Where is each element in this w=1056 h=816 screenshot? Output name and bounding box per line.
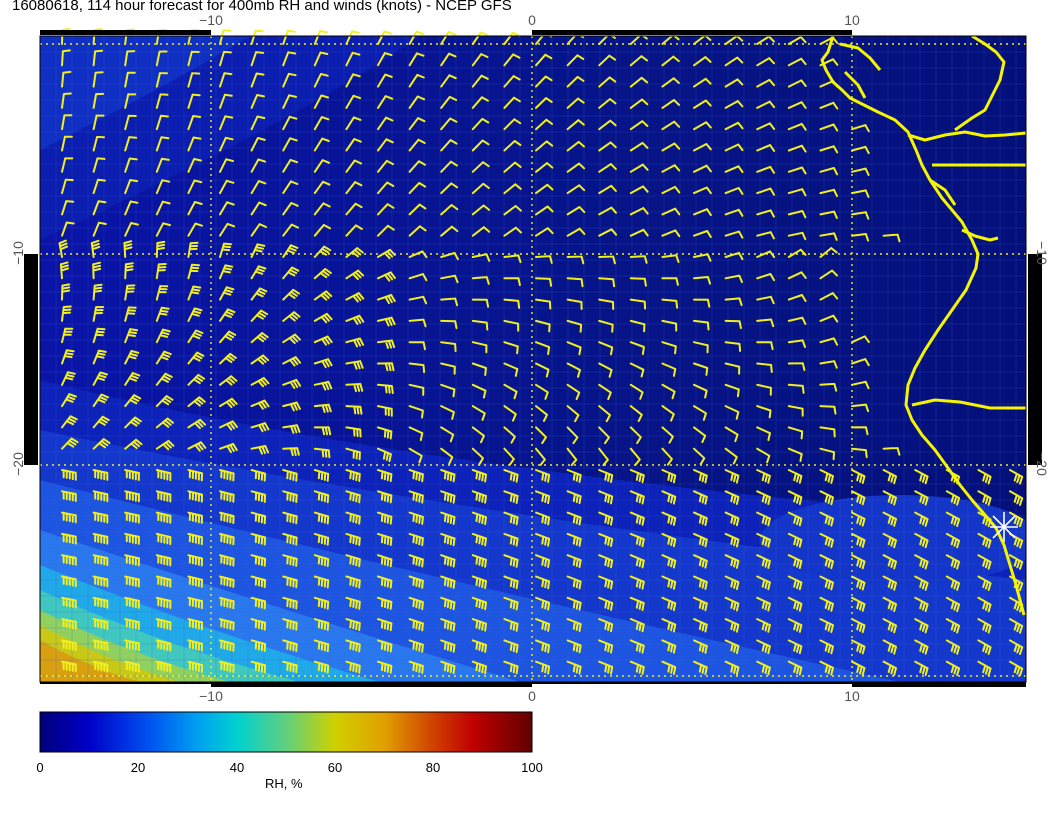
colorbar-tick: 60 bbox=[327, 760, 343, 775]
lat-tick-right: −20 bbox=[1033, 452, 1050, 476]
lon-tick-bottom: −10 bbox=[199, 688, 223, 704]
lon-tick-bottom: 0 bbox=[528, 688, 536, 704]
lon-tick-top: 0 bbox=[528, 12, 536, 28]
lat-tick-left: −10 bbox=[9, 241, 26, 265]
lat-tick-right: −10 bbox=[1033, 241, 1050, 265]
lon-tick-top: −10 bbox=[199, 12, 223, 28]
colorbar-label: RH, % bbox=[265, 776, 303, 791]
lon-tick-top: 10 bbox=[844, 12, 860, 28]
colorbar-tick: 40 bbox=[229, 760, 245, 775]
colorbar-tick: 0 bbox=[36, 760, 44, 775]
colorbar-tick: 100 bbox=[521, 760, 543, 775]
colorbar bbox=[39, 711, 533, 753]
colorbar-tick: 20 bbox=[130, 760, 146, 775]
colorbar-tick: 80 bbox=[425, 760, 441, 775]
station-star-icon[interactable] bbox=[990, 512, 1018, 542]
lon-tick-bottom: 10 bbox=[844, 688, 860, 704]
lat-tick-left: −20 bbox=[9, 452, 26, 476]
